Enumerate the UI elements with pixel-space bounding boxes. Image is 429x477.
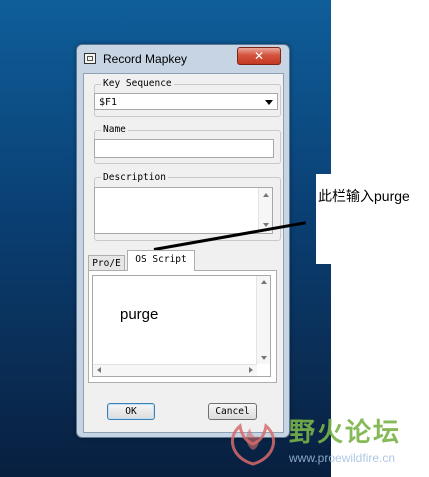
dialog-title: Record Mapkey bbox=[103, 52, 188, 66]
script-horizontal-scrollbar[interactable] bbox=[93, 364, 257, 376]
tab-os-script[interactable]: OS Script bbox=[127, 250, 195, 271]
name-label: Name bbox=[101, 124, 128, 135]
key-sequence-combobox[interactable]: $F1 bbox=[94, 93, 278, 110]
script-text: purge bbox=[120, 306, 159, 323]
close-button[interactable]: ✕ bbox=[237, 47, 281, 65]
scroll-left-icon[interactable] bbox=[97, 367, 101, 373]
os-script-editor[interactable]: purge bbox=[92, 275, 271, 377]
scroll-down-icon[interactable] bbox=[261, 356, 267, 360]
description-label: Description bbox=[101, 172, 168, 183]
name-field[interactable] bbox=[94, 139, 274, 158]
scroll-up-icon[interactable] bbox=[261, 280, 267, 284]
scroll-up-icon[interactable] bbox=[263, 193, 269, 197]
watermark-text: 野火论坛 bbox=[289, 418, 402, 448]
tab-proe[interactable]: Pro/E bbox=[88, 255, 125, 271]
ok-button[interactable]: OK bbox=[107, 403, 155, 420]
dialog-body: Key Sequence $F1 Name Description Pro/E … bbox=[83, 73, 284, 433]
chevron-down-icon[interactable] bbox=[265, 100, 273, 105]
title-bar[interactable]: Record Mapkey ✕ bbox=[77, 45, 289, 73]
description-field[interactable] bbox=[94, 187, 273, 234]
scroll-down-icon[interactable] bbox=[263, 223, 269, 227]
close-icon: ✕ bbox=[253, 49, 265, 63]
description-scrollbar[interactable] bbox=[258, 188, 272, 233]
scroll-right-icon[interactable] bbox=[249, 367, 253, 373]
key-sequence-label: Key Sequence bbox=[101, 78, 174, 89]
key-sequence-value: $F1 bbox=[99, 97, 118, 108]
watermark-url: www.proewildfire.cn bbox=[289, 451, 396, 465]
tab-proe-label: Pro/E bbox=[92, 258, 121, 269]
forum-logo-icon bbox=[230, 423, 276, 466]
annotation-note: 此栏输入purge bbox=[318, 188, 410, 204]
script-vertical-scrollbar[interactable] bbox=[256, 276, 270, 364]
window-icon bbox=[84, 53, 96, 64]
record-mapkey-dialog: Record Mapkey ✕ Key Sequence $F1 Name De… bbox=[76, 44, 290, 438]
os-script-panel: purge bbox=[88, 270, 277, 383]
tab-os-script-label: OS Script bbox=[135, 254, 187, 265]
